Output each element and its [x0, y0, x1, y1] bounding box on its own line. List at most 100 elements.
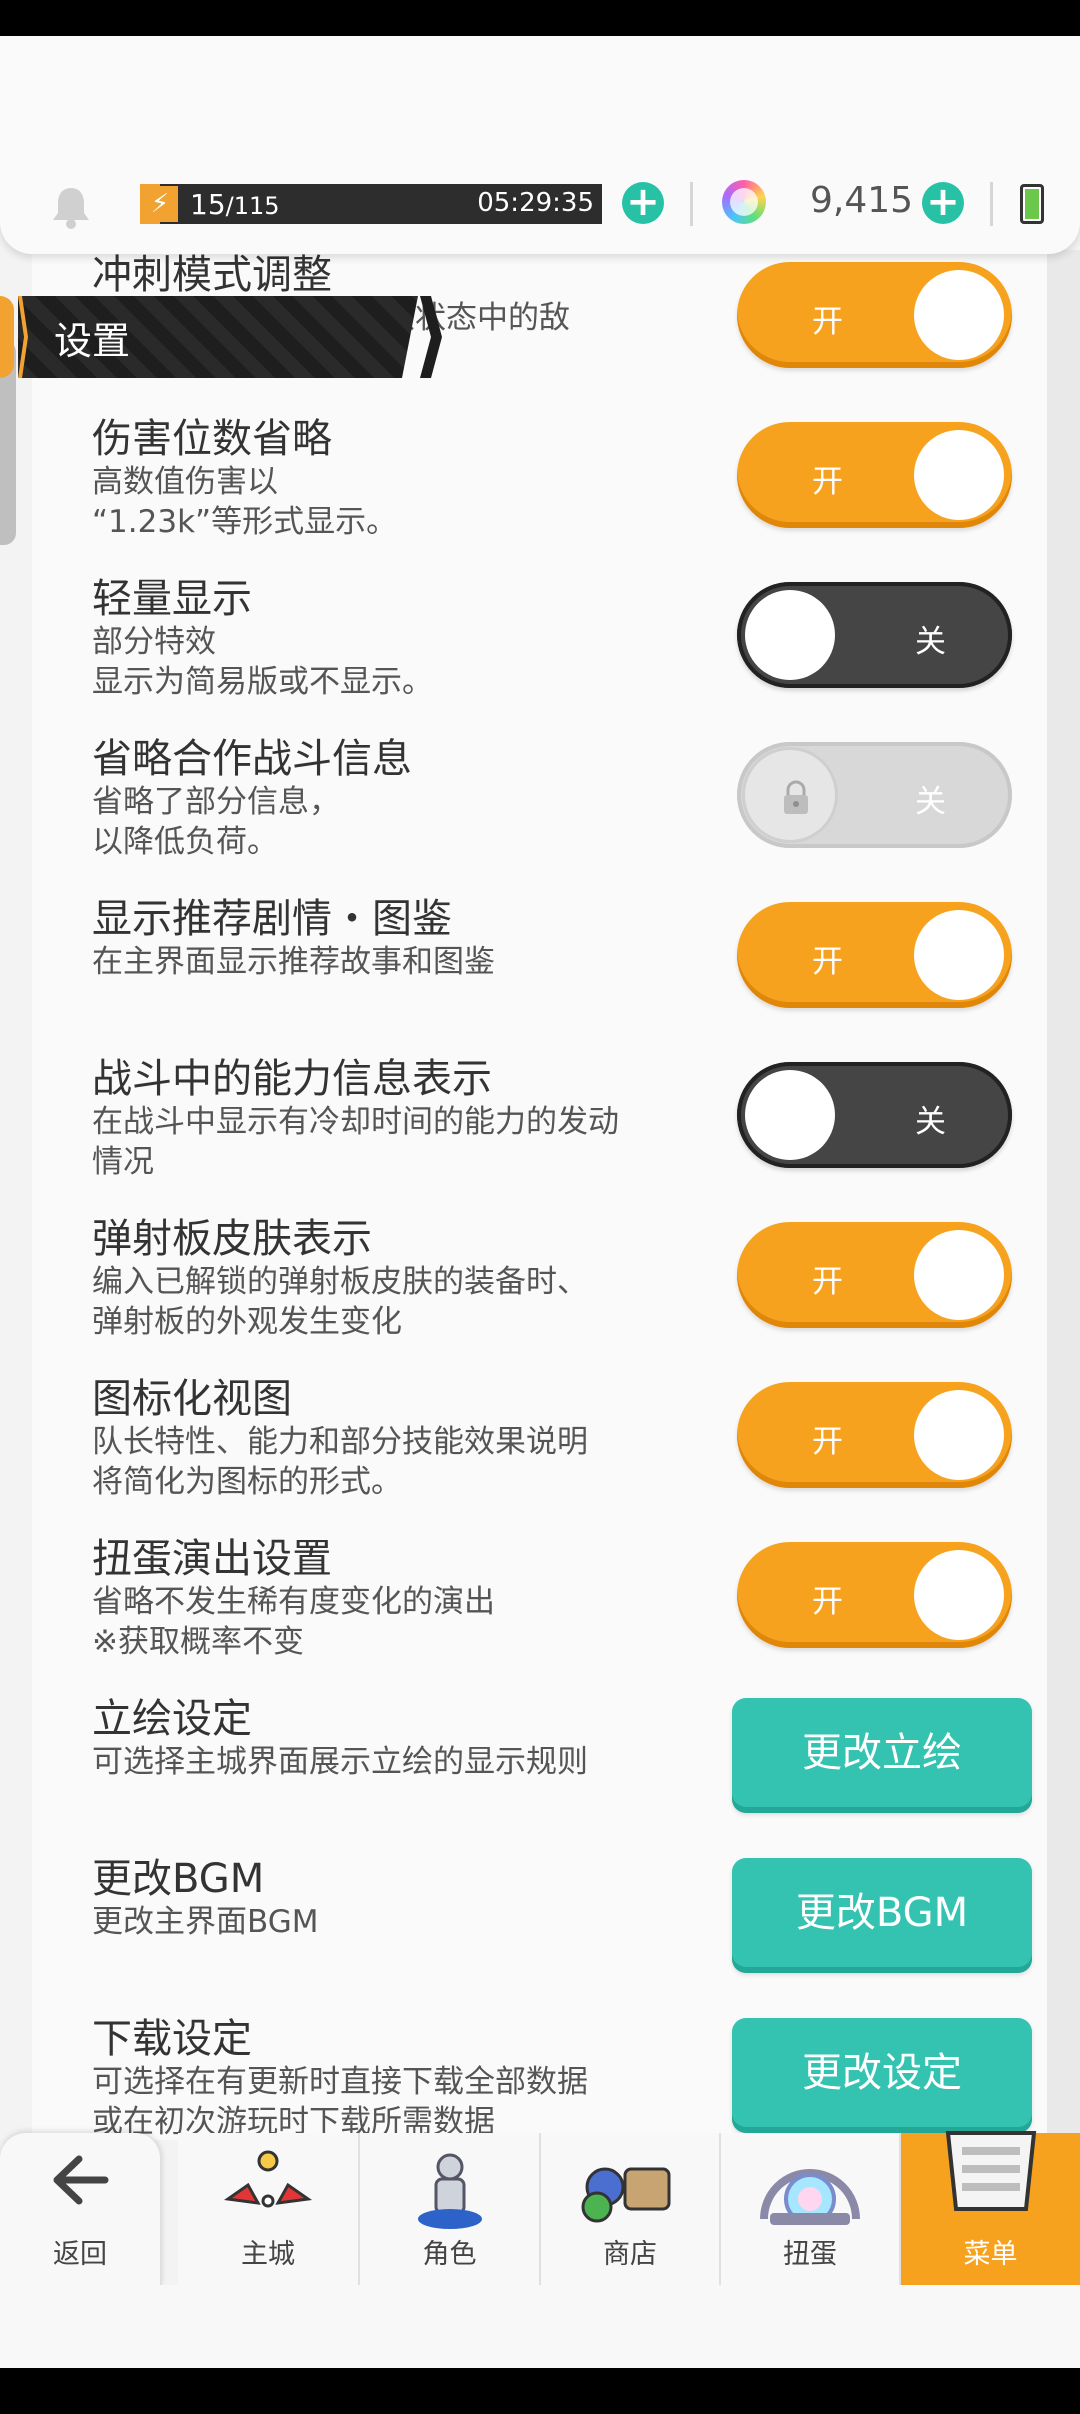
setting-light-display: 轻量显示 部分特效 显示为简易版或不显示。 — [92, 576, 692, 702]
lock-icon — [784, 780, 808, 814]
setting-title: 冲刺模式调整 — [92, 252, 332, 298]
menu-icon — [945, 2131, 1036, 2211]
setting-desc: 可选择主城界面展示立绘的显示规则 — [92, 1744, 588, 1780]
gacha-icon — [760, 2169, 860, 2225]
setting-desc: 队长特性、能力和部分技能效果说明 — [92, 1424, 588, 1460]
setting-title: 伤害位数省略 — [92, 416, 332, 462]
back-arrow-icon — [53, 2155, 109, 2205]
add-stamina-button[interactable]: + — [622, 182, 664, 224]
toggle-knob — [745, 1070, 835, 1160]
toggle-knob — [914, 1230, 1004, 1320]
toggle-knob — [914, 1550, 1004, 1640]
nav-back[interactable]: 返回 — [0, 2133, 162, 2285]
bottom-nav: 返回 主城 角色 商店 扭蛋 菜单 — [0, 2131, 1080, 2285]
toggle-icon-view[interactable]: 开 — [737, 1382, 1012, 1488]
setting-title: 省略合作战斗信息 — [92, 736, 412, 782]
setting-desc: ※获取概率不变 — [92, 1624, 304, 1660]
shop-icon — [581, 2167, 671, 2223]
toggle-label: 关 — [915, 624, 946, 660]
gem-icon — [722, 180, 766, 224]
stamina-timer: 05:29:35 — [477, 188, 594, 218]
nav-label: 返回 — [53, 2239, 107, 2270]
setting-title: 轻量显示 — [92, 576, 252, 622]
change-portrait-button[interactable]: 更改立绘 — [732, 1698, 1032, 1813]
toggle-label: 开 — [812, 1264, 843, 1300]
toggle-light-display[interactable]: 关 — [737, 582, 1012, 688]
divider — [990, 182, 993, 226]
setting-title: 下载设定 — [92, 2016, 252, 2062]
nav-label: 商店 — [603, 2239, 657, 2270]
setting-flipper-skin: 弹射板皮肤表示 编入已解锁的弹射板皮肤的装备时、 弹射板的外观发生变化 — [92, 1216, 692, 1342]
setting-title: 战斗中的能力信息表示 — [92, 1056, 492, 1102]
setting-desc: 将简化为图标的形式。 — [92, 1464, 402, 1500]
setting-desc: 高数值伤害以 — [92, 464, 278, 500]
setting-desc: 在战斗中显示有冷却时间的能力的发动 — [92, 1104, 619, 1140]
setting-desc: 情况 — [92, 1144, 154, 1180]
setting-desc: 部分特效 — [92, 624, 216, 660]
setting-ability-info: 战斗中的能力信息表示 在战斗中显示有冷却时间的能力的发动 情况 — [92, 1056, 692, 1182]
setting-coop-info: 省略合作战斗信息 省略了部分信息， 以降低负荷。 — [92, 736, 692, 862]
setting-title: 显示推荐剧情・图鉴 — [92, 896, 452, 942]
divider — [690, 182, 693, 226]
banner-accent — [0, 296, 14, 378]
toggle-damage-digits[interactable]: 开 — [737, 422, 1012, 528]
toggle-knob — [914, 430, 1004, 520]
setting-desc: 编入已解锁的弹射板皮肤的装备时、 — [92, 1264, 588, 1300]
stamina-value: 15/115 — [190, 188, 280, 221]
setting-desc: 显示为简易版或不显示。 — [92, 664, 433, 700]
toggle-flipper-skin[interactable]: 开 — [737, 1222, 1012, 1328]
toggle-label: 开 — [812, 944, 843, 980]
add-gems-button[interactable]: + — [922, 182, 964, 224]
settings-panel[interactable]: 冲刺模式调整 …于敌状态中的敌 开 伤害位数省略 高数值伤害以 “1.23k”等… — [32, 250, 1047, 2140]
nav-menu[interactable]: 菜单 — [901, 2131, 1080, 2285]
toggle-recommend-story[interactable]: 开 — [737, 902, 1012, 1008]
setting-desc: 以降低负荷。 — [92, 824, 278, 860]
nav-character[interactable]: 角色 — [360, 2133, 541, 2285]
stamina-current: 15 — [190, 188, 226, 221]
setting-portrait: 立绘设定 可选择主城界面展示立绘的显示规则 — [92, 1696, 692, 1782]
change-bgm-button[interactable]: 更改BGM — [732, 1858, 1032, 1973]
setting-gacha-performance: 扭蛋演出设置 省略不发生稀有度变化的演出 ※获取概率不变 — [92, 1536, 692, 1662]
system-nav-bar — [0, 2368, 1080, 2414]
nav-shop[interactable]: 商店 — [541, 2133, 721, 2285]
setting-title: 扭蛋演出设置 — [92, 1536, 332, 1582]
toggle-dash-mode[interactable]: 开 — [737, 262, 1012, 368]
setting-download: 下载设定 可选择在有更新时直接下载全部数据 或在初次游玩时下载所需数据 — [92, 2016, 692, 2140]
toggle-label: 开 — [812, 464, 843, 500]
nav-label: 主城 — [241, 2239, 295, 2270]
setting-title: 图标化视图 — [92, 1376, 292, 1422]
setting-desc: 可选择在有更新时直接下载全部数据 — [92, 2064, 588, 2100]
battery-icon — [1020, 184, 1044, 224]
nav-label: 角色 — [422, 2239, 477, 2270]
setting-desc: 在主界面显示推荐故事和图鉴 — [92, 944, 495, 980]
setting-damage-digits: 伤害位数省略 高数值伤害以 “1.23k”等形式显示。 — [92, 416, 692, 542]
toggle-label: 关 — [915, 784, 946, 820]
status-bar — [0, 0, 1080, 36]
setting-desc: 省略了部分信息， — [92, 784, 340, 820]
toggle-knob — [745, 590, 835, 680]
toggle-ability-info[interactable]: 关 — [737, 1062, 1012, 1168]
page-title: 设置 — [54, 319, 131, 363]
nav-gacha[interactable]: 扭蛋 — [721, 2133, 901, 2285]
nav-home[interactable]: 主城 — [178, 2133, 360, 2285]
bell-icon[interactable] — [48, 184, 94, 230]
setting-desc: 更改主界面BGM — [92, 1904, 319, 1940]
character-icon — [417, 2153, 482, 2229]
change-download-button[interactable]: 更改设定 — [732, 2018, 1032, 2133]
toggle-label: 开 — [812, 1424, 843, 1460]
stamina-max: /115 — [225, 192, 280, 220]
setting-desc: 弹射板的外观发生变化 — [92, 1304, 402, 1340]
setting-title: 弹射板皮肤表示 — [92, 1216, 372, 1262]
gem-count: 9,415 — [810, 180, 914, 221]
stamina-bar: ⚡ 15/115 05:29:35 — [140, 184, 602, 224]
setting-bgm: 更改BGM 更改主界面BGM — [92, 1856, 692, 1942]
toggle-coop-info[interactable]: 关 — [737, 742, 1012, 848]
setting-desc: “1.23k”等形式显示。 — [92, 504, 398, 540]
toggle-label: 关 — [915, 1104, 946, 1140]
toggle-label: 开 — [812, 1584, 843, 1620]
toggle-gacha-performance[interactable]: 开 — [737, 1542, 1012, 1648]
nav-footer — [0, 2285, 1080, 2368]
settings-banner: 设置 — [0, 296, 442, 378]
lightning-icon: ⚡ — [142, 186, 178, 222]
setting-recommend-story: 显示推荐剧情・图鉴 在主界面显示推荐故事和图鉴 — [92, 896, 692, 982]
